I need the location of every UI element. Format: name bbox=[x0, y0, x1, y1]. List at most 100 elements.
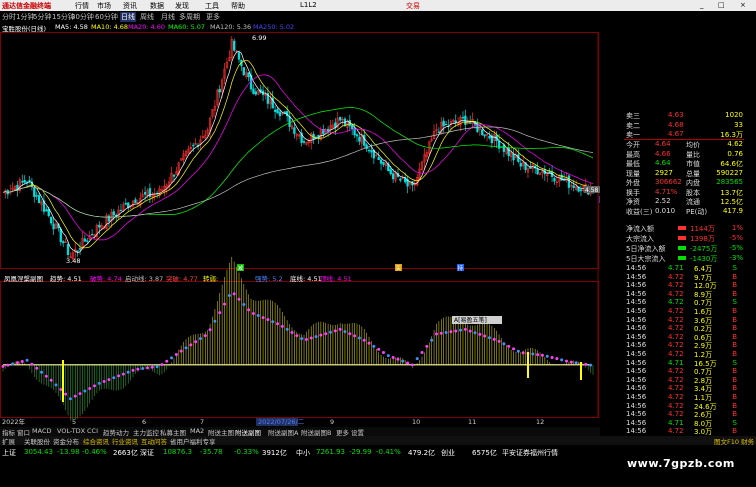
candle-body bbox=[119, 209, 123, 212]
indicator-dot bbox=[285, 327, 289, 331]
index-name[interactable]: 中小 bbox=[296, 448, 310, 458]
flow-percent: 1% bbox=[731, 224, 743, 232]
menu-item-tools[interactable]: 工具 bbox=[205, 1, 219, 11]
tick-side: S bbox=[732, 358, 737, 367]
capital-flow-row: 5日净流入额 -2475万 -5% bbox=[600, 244, 743, 254]
indicator-dot bbox=[232, 292, 236, 296]
menu-item-data[interactable]: 数据 bbox=[150, 1, 164, 11]
candle-body bbox=[21, 181, 24, 183]
candle-body bbox=[276, 109, 279, 114]
menu-item-news[interactable]: 资讯 bbox=[123, 1, 137, 11]
kline-chart-canvas[interactable]: 5.755.505.255.004.754.504.254.003.753.50… bbox=[0, 0, 600, 427]
tick-price: 4.71 bbox=[668, 418, 684, 427]
indicator-dot bbox=[415, 357, 419, 361]
indicator-dot bbox=[319, 333, 323, 337]
indicator-tab-2[interactable]: MACD bbox=[32, 427, 51, 435]
tick-price: 4.72 bbox=[668, 307, 684, 315]
candle-body bbox=[107, 215, 111, 222]
indicator-dot bbox=[497, 339, 501, 343]
indicator-dot bbox=[150, 365, 154, 369]
tab-period-9[interactable]: 多周期 bbox=[179, 12, 200, 22]
tick-time: 14:56 bbox=[626, 418, 647, 427]
tick-time: 14:56 bbox=[626, 264, 647, 272]
ask-row[interactable]: 卖二 4.68 33 bbox=[600, 121, 743, 131]
indicator-tab-3[interactable]: VOL-TDX bbox=[57, 427, 85, 435]
indicator-dot bbox=[44, 374, 48, 378]
tick-side: B bbox=[732, 341, 737, 350]
candle-body bbox=[45, 209, 48, 212]
field-label: 现量 bbox=[626, 169, 640, 178]
tick-price: 4.72 bbox=[668, 315, 684, 324]
tab-period-6[interactable]: 日线 bbox=[120, 12, 136, 22]
indicator-dot bbox=[502, 342, 506, 346]
tick-time: 14:56 bbox=[626, 307, 647, 315]
indicator-dot bbox=[15, 361, 19, 365]
close-button[interactable]: × bbox=[740, 1, 746, 9]
menu-item-discover[interactable]: 发现 bbox=[175, 1, 189, 11]
index-name[interactable]: 深证 bbox=[140, 448, 154, 458]
menu-item-market[interactable]: 市场 bbox=[97, 1, 111, 11]
tick-time: 14:56 bbox=[626, 427, 647, 436]
quote-field-row: 最低 4.64 市值 64.6亿 bbox=[600, 159, 743, 169]
ask-price: 4.68 bbox=[668, 120, 684, 129]
indicator-dot bbox=[584, 362, 588, 366]
tick-side: B bbox=[732, 332, 737, 341]
tick-side: B bbox=[732, 401, 737, 410]
indicator-dot bbox=[396, 357, 400, 361]
field-value-2: 0.76 bbox=[727, 149, 743, 158]
tick-price: 4.72 bbox=[668, 410, 684, 419]
indicator-dot bbox=[492, 337, 496, 341]
signal-bar bbox=[580, 362, 582, 380]
menu-item-quotes[interactable]: 行情 bbox=[75, 1, 89, 11]
flow-label: 5日净流入额 bbox=[626, 245, 666, 253]
indicator-dot bbox=[406, 361, 410, 365]
indicator-tab-8[interactable]: MA2 bbox=[190, 427, 204, 435]
tick-side: S bbox=[732, 298, 737, 307]
index-name[interactable]: 创业 bbox=[441, 448, 455, 458]
indicator-dot bbox=[280, 324, 284, 328]
tab-period-2[interactable]: 5分钟 bbox=[33, 12, 51, 22]
indicator-dot bbox=[30, 362, 34, 366]
indicator-dot bbox=[348, 332, 352, 336]
signal-bar bbox=[527, 352, 529, 378]
tab-period-5[interactable]: 60分钟 bbox=[95, 12, 118, 22]
maximize-button[interactable]: □ bbox=[718, 1, 725, 9]
tick-side: B bbox=[732, 375, 737, 384]
indicator-dot bbox=[198, 337, 202, 341]
tab-period-0[interactable]: 分时 bbox=[2, 12, 16, 22]
candle-body bbox=[389, 169, 392, 175]
menu-item-trade[interactable]: 交易 bbox=[406, 1, 420, 11]
index-name[interactable]: 上证 bbox=[2, 448, 16, 458]
field-value-2: 13.7亿 bbox=[720, 188, 743, 197]
indicator-dot bbox=[362, 338, 366, 342]
tab-period-1[interactable]: 1分钟 bbox=[16, 12, 34, 22]
candle-body bbox=[252, 88, 255, 94]
tick-price: 4.72 bbox=[668, 324, 684, 333]
tab-period-8[interactable]: 月线 bbox=[161, 12, 175, 22]
candle-body bbox=[379, 159, 383, 164]
server-name[interactable]: 平安证券福州行情 bbox=[502, 448, 558, 458]
indicator-dot bbox=[266, 318, 270, 322]
indicator-dot bbox=[83, 389, 87, 393]
indicator-dot bbox=[20, 359, 24, 363]
indicator-dot bbox=[256, 314, 260, 318]
tab-period-4[interactable]: 30分钟 bbox=[71, 12, 94, 22]
menu-item-l1l2[interactable]: L1L2 bbox=[300, 1, 317, 9]
tick-time: 14:56 bbox=[626, 393, 647, 401]
tick-side: S bbox=[732, 264, 737, 272]
indicator-dot bbox=[487, 336, 491, 340]
candle-body bbox=[28, 180, 31, 182]
candle-body bbox=[98, 224, 101, 228]
ask-row[interactable]: 卖三 4.63 1020 bbox=[600, 111, 743, 121]
date-axis-label: 7 bbox=[200, 418, 204, 426]
minimize-button[interactable]: _ bbox=[700, 1, 704, 9]
menu-item-help[interactable]: 帮助 bbox=[231, 1, 245, 11]
tick-time: 14:56 bbox=[626, 341, 647, 350]
index-amount: 479.2亿 bbox=[408, 449, 436, 457]
tick-price: 4.72 bbox=[668, 289, 684, 298]
tab-period-7[interactable]: 周线 bbox=[140, 12, 154, 22]
candle-body bbox=[391, 173, 395, 180]
indicator-dot bbox=[401, 359, 405, 363]
tab-period-10[interactable]: 更多 bbox=[206, 12, 220, 22]
indicator-tab-4[interactable]: CCI bbox=[87, 427, 98, 435]
